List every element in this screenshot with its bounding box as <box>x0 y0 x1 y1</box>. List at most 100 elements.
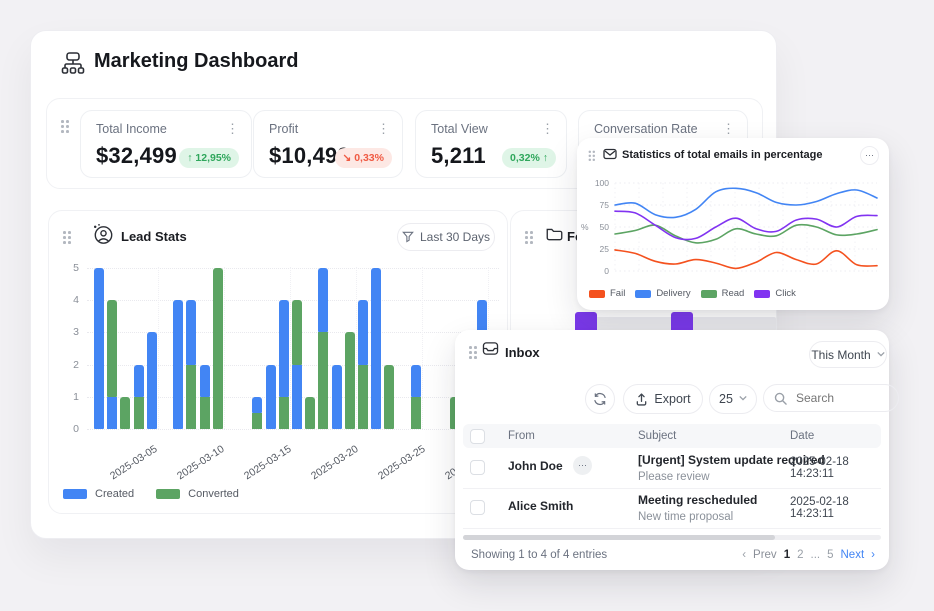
chevron-down-icon <box>739 395 747 403</box>
desktop-background: Marketing Dashboard Total Income ⋮ $32,4… <box>0 0 934 611</box>
legend-swatch-read <box>701 290 717 298</box>
y-tick-label: 5 <box>59 262 79 274</box>
gridline <box>422 267 423 429</box>
stat-badge: ↑ 12,95% <box>179 148 239 168</box>
bar-segment-created <box>358 300 368 364</box>
stats-row-drag-handle[interactable] <box>59 118 70 133</box>
stat-label: Total View <box>431 122 488 136</box>
kebab-menu-icon[interactable]: ⋮ <box>377 122 390 135</box>
x-axis-label: 2025-03-15 <box>233 443 293 488</box>
legend-item: Read <box>701 288 745 299</box>
legend-swatch-fail <box>589 290 605 298</box>
bar-segment-converted <box>318 332 328 429</box>
horizontal-scrollbar-thumb[interactable] <box>463 535 775 540</box>
period-label: This Month <box>811 348 870 362</box>
stat-badge: ↘ 0,33% <box>335 148 393 168</box>
folder-icon <box>545 225 563 241</box>
bar-segment-created <box>200 365 210 397</box>
legend-swatch-click <box>754 290 770 298</box>
bar-segment-converted <box>134 397 144 429</box>
kebab-menu-icon[interactable]: ⋮ <box>541 122 554 135</box>
y-tick-label: 25 <box>589 244 609 254</box>
legend-label-created: Created <box>95 488 134 500</box>
stat-card-profit: Profit ⋮ $10,499 ↘ 0,33% <box>253 110 403 178</box>
ellipsis-icon: ⋯ <box>578 461 587 470</box>
inbox-title: Inbox <box>505 345 540 360</box>
bar-segment-created <box>371 268 381 429</box>
legend-label: Delivery <box>656 288 690 299</box>
gridline <box>224 267 225 429</box>
search-input[interactable] <box>794 390 868 406</box>
export-button[interactable]: Export <box>623 384 703 414</box>
stat-label: Conversation Rate <box>594 122 698 136</box>
prev-button[interactable]: Prev <box>753 549 777 561</box>
row-from: Alice Smith <box>508 499 573 513</box>
legend-label-converted: Converted <box>188 488 239 500</box>
row-checkbox[interactable] <box>470 500 485 515</box>
email-chart-svg <box>577 138 889 310</box>
export-label: Export <box>654 392 690 406</box>
column-header-subject[interactable]: Subject <box>638 430 676 442</box>
y-tick-label: 100 <box>589 178 609 188</box>
refresh-button[interactable] <box>585 384 615 414</box>
kebab-menu-icon[interactable]: ⋮ <box>226 122 239 135</box>
y-tick-label: 3 <box>59 326 79 338</box>
folder-card-drag-handle[interactable] <box>523 229 534 244</box>
row-more-button[interactable]: ⋯ <box>573 456 592 475</box>
inbox-drag-handle[interactable] <box>467 344 478 359</box>
column-header-date[interactable]: Date <box>790 430 814 442</box>
legend-swatch-created <box>63 489 87 499</box>
sitemap-icon <box>60 50 86 76</box>
bar-segment-converted <box>107 300 117 397</box>
legend-label: Fail <box>610 288 625 299</box>
bar-segment-converted <box>345 332 355 429</box>
y-axis-label: % <box>581 222 589 232</box>
row-date: 2025-02-18 14:23:11 <box>790 496 889 520</box>
legend-label: Read <box>722 288 745 299</box>
x-axis-label: 2025-03-10 <box>166 443 226 488</box>
period-dropdown[interactable]: This Month <box>809 341 887 368</box>
bar-segment-converted <box>292 300 302 364</box>
y-tick-label: 0 <box>589 266 609 276</box>
stat-badge: 0,32% ↑ <box>502 148 556 168</box>
gridline <box>158 267 159 429</box>
x-axis-label: 2025-03-05 <box>99 443 159 488</box>
legend-label: Click <box>775 288 796 299</box>
line-series-delivery <box>615 188 877 217</box>
bar-segment-created <box>252 397 262 413</box>
bar-segment-converted <box>213 268 223 429</box>
gridline <box>87 268 499 269</box>
search-box[interactable] <box>763 384 899 412</box>
gridline <box>356 267 357 429</box>
bar-segment-created <box>94 268 104 429</box>
page-button-5[interactable]: 5 <box>827 549 833 561</box>
select-all-checkbox[interactable] <box>470 429 485 444</box>
lead-stats-chart: 5432102025-03-052025-03-102025-03-152025… <box>49 211 507 513</box>
kebab-menu-icon[interactable]: ⋮ <box>722 122 735 135</box>
search-icon <box>774 392 787 405</box>
bar-segment-created <box>147 332 157 429</box>
bar-segment-created <box>411 365 421 397</box>
page-button-1[interactable]: 1 <box>784 549 790 561</box>
inbox-icon <box>482 341 499 356</box>
gridline <box>87 429 499 430</box>
prev-arrow-button[interactable]: ‹ <box>742 549 746 561</box>
bar-segment-converted <box>305 397 315 429</box>
row-from: John Doe <box>508 459 563 473</box>
next-arrow-button[interactable]: › <box>871 549 875 561</box>
page-size-value: 25 <box>719 392 733 406</box>
next-button[interactable]: Next <box>841 549 865 561</box>
bar-segment-converted <box>120 397 130 429</box>
page-size-dropdown[interactable]: 25 <box>709 384 757 414</box>
page-button-2[interactable]: 2 <box>797 549 803 561</box>
x-axis-label: 2025-03-20 <box>300 443 360 488</box>
stat-card-total-income: Total Income ⋮ $32,499 ↑ 12,95% <box>80 110 252 178</box>
y-tick-label: 75 <box>589 200 609 210</box>
bar-segment-created <box>292 365 302 429</box>
row-checkbox[interactable] <box>470 460 485 475</box>
export-icon <box>635 392 648 406</box>
gridline <box>290 267 291 429</box>
column-header-from[interactable]: From <box>508 430 535 442</box>
bar-segment-created <box>332 365 342 429</box>
email-stats-panel: Statistics of total emails in percentage… <box>577 138 889 310</box>
